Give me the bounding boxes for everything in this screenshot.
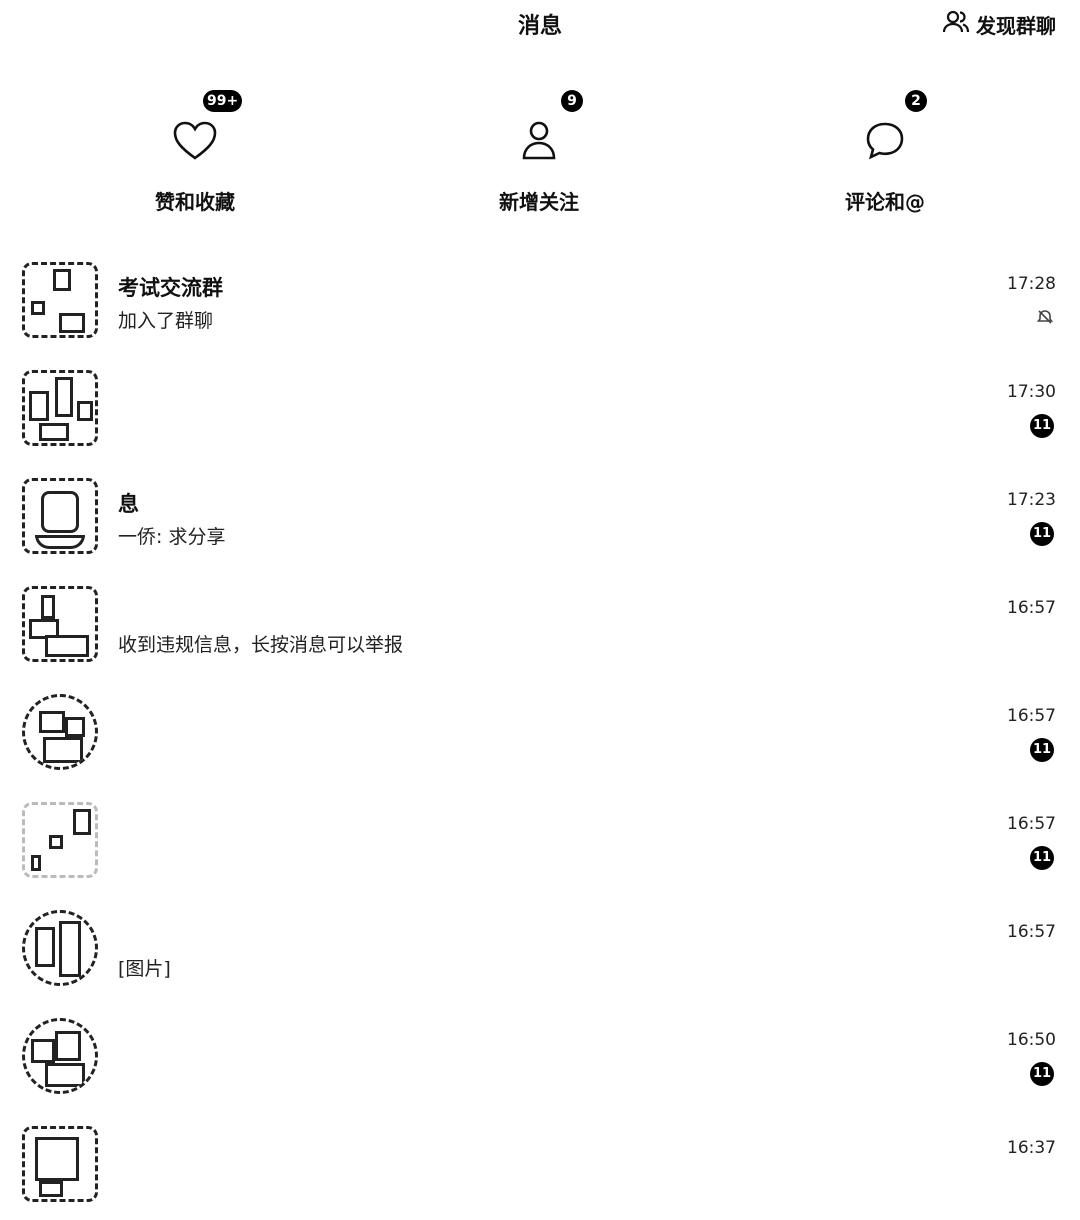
conversation-item[interactable]: 16:57 11: [0, 680, 1080, 788]
people-icon: [942, 8, 970, 41]
avatar: [22, 262, 98, 338]
unread-badge: 11: [1030, 738, 1054, 762]
conversation-list: 考试交流群 加入了群聊 17:28 17:30 11 息 一侨: 求分享 17:…: [0, 248, 1080, 1220]
avatar: [22, 478, 98, 554]
conversation-time: 16:57: [1007, 922, 1056, 942]
conversation-item[interactable]: 17:30 11: [0, 356, 1080, 464]
new-followers-entry[interactable]: 9 新增关注: [439, 80, 639, 220]
likes-and-favorites-entry[interactable]: 99+ 赞和收藏: [95, 80, 295, 220]
new-followers-badge: 9: [561, 90, 583, 112]
comments-badge: 2: [905, 90, 927, 112]
discover-group-chat-button[interactable]: 发现群聊: [942, 8, 1056, 41]
conversation-item[interactable]: 考试交流群 加入了群聊 17:28: [0, 248, 1080, 356]
unread-badge: 11: [1030, 1062, 1054, 1086]
unread-badge: 11: [1030, 414, 1054, 438]
comments-and-mentions-entry[interactable]: 2 评论和@: [785, 80, 985, 220]
heart-icon: [167, 112, 223, 168]
conversation-item[interactable]: 16:57 11: [0, 788, 1080, 896]
conversation-time: 16:57: [1007, 598, 1056, 618]
top-bar: 消息 发现群聊: [0, 0, 1080, 50]
conversation-time: 16:37: [1007, 1138, 1056, 1158]
conversation-time: 16:57: [1007, 706, 1056, 726]
conversation-time: 16:50: [1007, 1030, 1056, 1050]
discover-group-chat-label: 发现群聊: [976, 14, 1056, 38]
conversation-item[interactable]: [图片] 16:57: [0, 896, 1080, 1004]
unread-badge: 11: [1030, 846, 1054, 870]
avatar: [22, 910, 98, 986]
avatar: [22, 586, 98, 662]
avatar: [22, 1126, 98, 1202]
new-followers-label: 新增关注: [499, 190, 579, 214]
avatar: [22, 694, 98, 770]
page-title: 消息: [517, 14, 562, 39]
likes-and-favorites-label: 赞和收藏: [155, 190, 235, 214]
quick-actions: 99+ 赞和收藏 9 新增关注 2 评论和@: [0, 80, 1080, 230]
conversation-preview: [图片]: [118, 958, 171, 980]
conversation-time: 17:28: [1007, 274, 1056, 294]
conversation-time: 17:23: [1007, 490, 1056, 510]
conversation-preview: 加入了群聊: [118, 310, 214, 332]
conversation-name: 考试交流群: [118, 276, 223, 300]
avatar: [22, 802, 98, 878]
comments-and-mentions-label: 评论和@: [845, 190, 925, 214]
conversation-time: 17:30: [1007, 382, 1056, 402]
conversation-item[interactable]: 16:50 11: [0, 1004, 1080, 1112]
conversation-name: 息: [118, 492, 139, 516]
avatar: [22, 370, 98, 446]
unread-badge: 11: [1030, 522, 1054, 546]
conversation-item[interactable]: 息 一侨: 求分享 17:23 11: [0, 464, 1080, 572]
conversation-preview: 一侨: 求分享: [118, 526, 226, 548]
conversation-item[interactable]: 16:37: [0, 1112, 1080, 1220]
chat-bubble-icon: [857, 112, 913, 168]
avatar: [22, 1018, 98, 1094]
conversation-preview: 收到违规信息，长按消息可以举报: [118, 634, 404, 656]
mute-icon: [1036, 310, 1054, 324]
likes-badge: 99+: [203, 90, 243, 112]
person-icon: [511, 112, 567, 168]
conversation-time: 16:57: [1007, 814, 1056, 834]
conversation-item[interactable]: 收到违规信息，长按消息可以举报 16:57: [0, 572, 1080, 680]
